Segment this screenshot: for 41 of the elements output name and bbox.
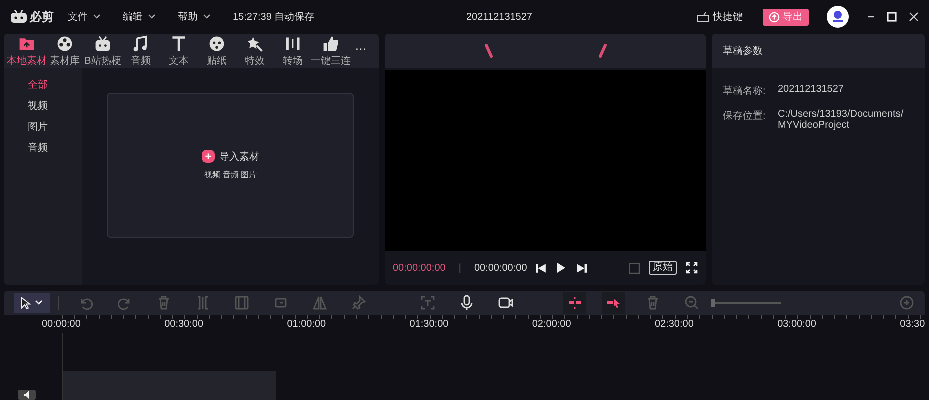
ruler-label: 01:00:00 — [287, 318, 328, 332]
media-tab[interactable]: B站热梗 — [84, 34, 122, 68]
ruler-label: 01:30:00 — [410, 318, 450, 332]
ruler-label: 02:30:00 — [654, 318, 695, 332]
app-name: 必剪 — [30, 8, 54, 26]
category-item[interactable]: 图片 — [28, 120, 48, 134]
field-label: 草稿名称: — [723, 84, 767, 98]
ruler-label: 03:00:00 — [778, 318, 818, 332]
import-hint: 视频 音频 图片 — [204, 170, 257, 180]
category-item[interactable]: 视频 — [28, 99, 48, 113]
total-time: 00:00:00:00 — [474, 262, 528, 274]
ruler-label: 00:00:00 — [42, 318, 82, 332]
media-tab[interactable]: 贴纸 — [198, 34, 236, 68]
field-label: 保存位置: — [723, 110, 767, 124]
field-value: C:/Users/13193/Documents/ MYVideoProject — [778, 109, 905, 131]
panel-title: 草稿参数 — [723, 44, 763, 58]
aspect-ratio-button[interactable]: 原始 — [649, 261, 677, 275]
media-tab[interactable]: 素材库 — [46, 34, 84, 68]
window-title: 202112131527 — [466, 12, 532, 22]
category-item[interactable]: 音频 — [28, 141, 48, 155]
current-time: 00:00:00:00 — [393, 262, 446, 274]
media-tab[interactable]: 一键三连 — [312, 34, 350, 68]
ruler-label: 02:00:00 — [532, 318, 572, 332]
import-label: 导入素材 — [220, 150, 260, 164]
media-tab[interactable]: 本地素材 — [8, 34, 46, 68]
ruler-label: 00:30:00 — [164, 318, 205, 332]
media-tab[interactable]: 音频 — [122, 34, 160, 68]
shortcuts-button[interactable]: 快捷键 — [697, 10, 743, 24]
import-area[interactable]: 导入素材 视频 音频 图片 — [107, 93, 354, 238]
autosave-status: 15:27:39 自动保存 — [233, 11, 315, 24]
menu-item[interactable]: 文件 — [68, 10, 101, 24]
ruler-label: 03:30 — [900, 318, 926, 332]
menu-item[interactable]: 编辑 — [123, 10, 156, 24]
media-tab[interactable]: 特效 — [236, 34, 274, 68]
menu-item[interactable]: 帮助 — [178, 10, 211, 24]
time-separator: | — [458, 262, 462, 274]
media-tab[interactable]: 文本 — [160, 34, 198, 68]
media-tab[interactable]: 转场 — [274, 34, 312, 68]
field-value: 202112131527 — [778, 84, 845, 97]
more-button[interactable]: … — [355, 39, 367, 53]
category-item[interactable]: 全部 — [28, 78, 48, 92]
